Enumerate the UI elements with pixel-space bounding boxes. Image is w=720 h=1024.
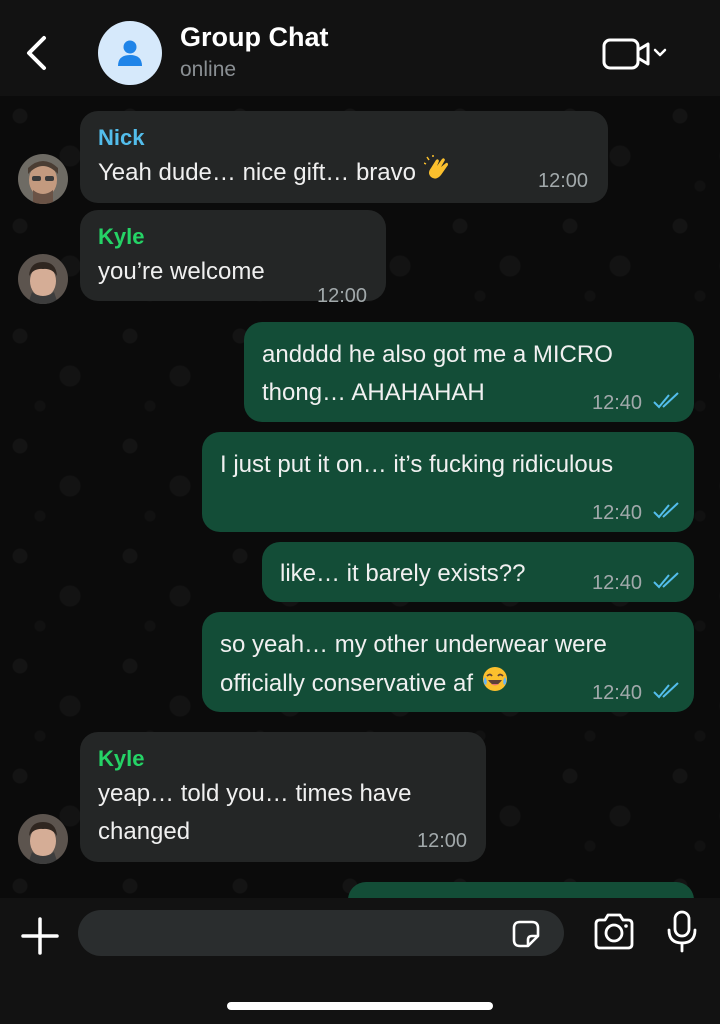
message-bubble[interactable]: andddd he also got me a MICRO thong… AHA… [244, 322, 694, 422]
message-time: 12:40 [592, 392, 643, 414]
sender-name[interactable]: Kyle [98, 746, 144, 772]
kyle-avatar[interactable] [18, 814, 68, 864]
kyle-photo [18, 254, 68, 304]
sticker-icon[interactable] [510, 918, 542, 950]
chat-header: Group Chat online [0, 0, 720, 96]
microphone-icon[interactable] [666, 910, 698, 954]
nick-photo [18, 154, 68, 204]
sender-name[interactable]: Nick [98, 125, 144, 151]
message-time: 12:40 [592, 682, 643, 704]
double-check-icon [653, 392, 679, 409]
message-bubble[interactable]: Kyle you’re welcome 12:00 [80, 210, 386, 307]
message-line: thong… AHAHAHAH [262, 379, 485, 406]
message-line: officially conservative af [220, 670, 474, 697]
message-time: 12:00 [317, 285, 368, 307]
message-bubble[interactable]: like… it barely exists?? 12:40 [262, 542, 694, 602]
message-time: 12:00 [538, 170, 589, 192]
message-time: 12:40 [592, 502, 643, 524]
message-line: yeap… told you… times have [98, 780, 412, 807]
home-indicator[interactable] [227, 1002, 493, 1010]
clapping-hands-icon [423, 154, 452, 194]
group-avatar[interactable] [98, 21, 162, 85]
message-time: 12:40 [592, 572, 643, 594]
message-list[interactable]: Nick Yeah dude… nice gift… bravo 12:00 K… [0, 96, 720, 898]
chat-status: online [180, 58, 237, 81]
double-check-icon [653, 682, 679, 699]
message-line: Yeah dude… nice gift… bravo [98, 159, 416, 186]
message-line: so yeah… my other underwear were [220, 631, 607, 658]
message-bubble[interactable]: Kyle yeap… told you… times have changed … [80, 732, 486, 862]
message-text: Yeah dude… nice gift… bravo [98, 153, 452, 194]
message-bubble[interactable]: I just put it on… it’s fucking ridiculou… [202, 432, 694, 532]
message-bubble[interactable]: so yeah… my other underwear were officia… [202, 612, 694, 712]
chat-title[interactable]: Group Chat [180, 22, 329, 53]
composer-bar [0, 898, 720, 1024]
message-line: like… it barely exists?? [280, 560, 526, 587]
message-text: you’re welcome [98, 258, 265, 285]
back-chevron-icon[interactable] [18, 30, 54, 76]
message-time: 12:00 [417, 830, 468, 852]
person-icon [118, 40, 142, 66]
double-check-icon [653, 502, 679, 519]
nick-avatar[interactable] [18, 154, 68, 204]
plus-icon[interactable] [18, 914, 62, 958]
double-check-icon [653, 572, 679, 589]
message-bubble[interactable]: Nick Yeah dude… nice gift… bravo 12:00 [80, 111, 608, 203]
message-line: I just put it on… it’s fucking ridiculou… [220, 451, 614, 478]
video-call-icon[interactable] [600, 34, 670, 74]
kyle-photo [18, 814, 68, 864]
kyle-avatar[interactable] [18, 254, 68, 304]
message-line: andddd he also got me a MICRO [262, 341, 613, 368]
camera-icon[interactable] [592, 912, 636, 952]
laughing-tears-icon [481, 665, 509, 705]
message-line-with-emoji: officially conservative af [220, 664, 509, 705]
sender-name[interactable]: Kyle [98, 224, 144, 250]
message-line: changed [98, 818, 191, 845]
message-input[interactable] [78, 910, 564, 956]
message-bubble-partial[interactable] [348, 882, 694, 898]
